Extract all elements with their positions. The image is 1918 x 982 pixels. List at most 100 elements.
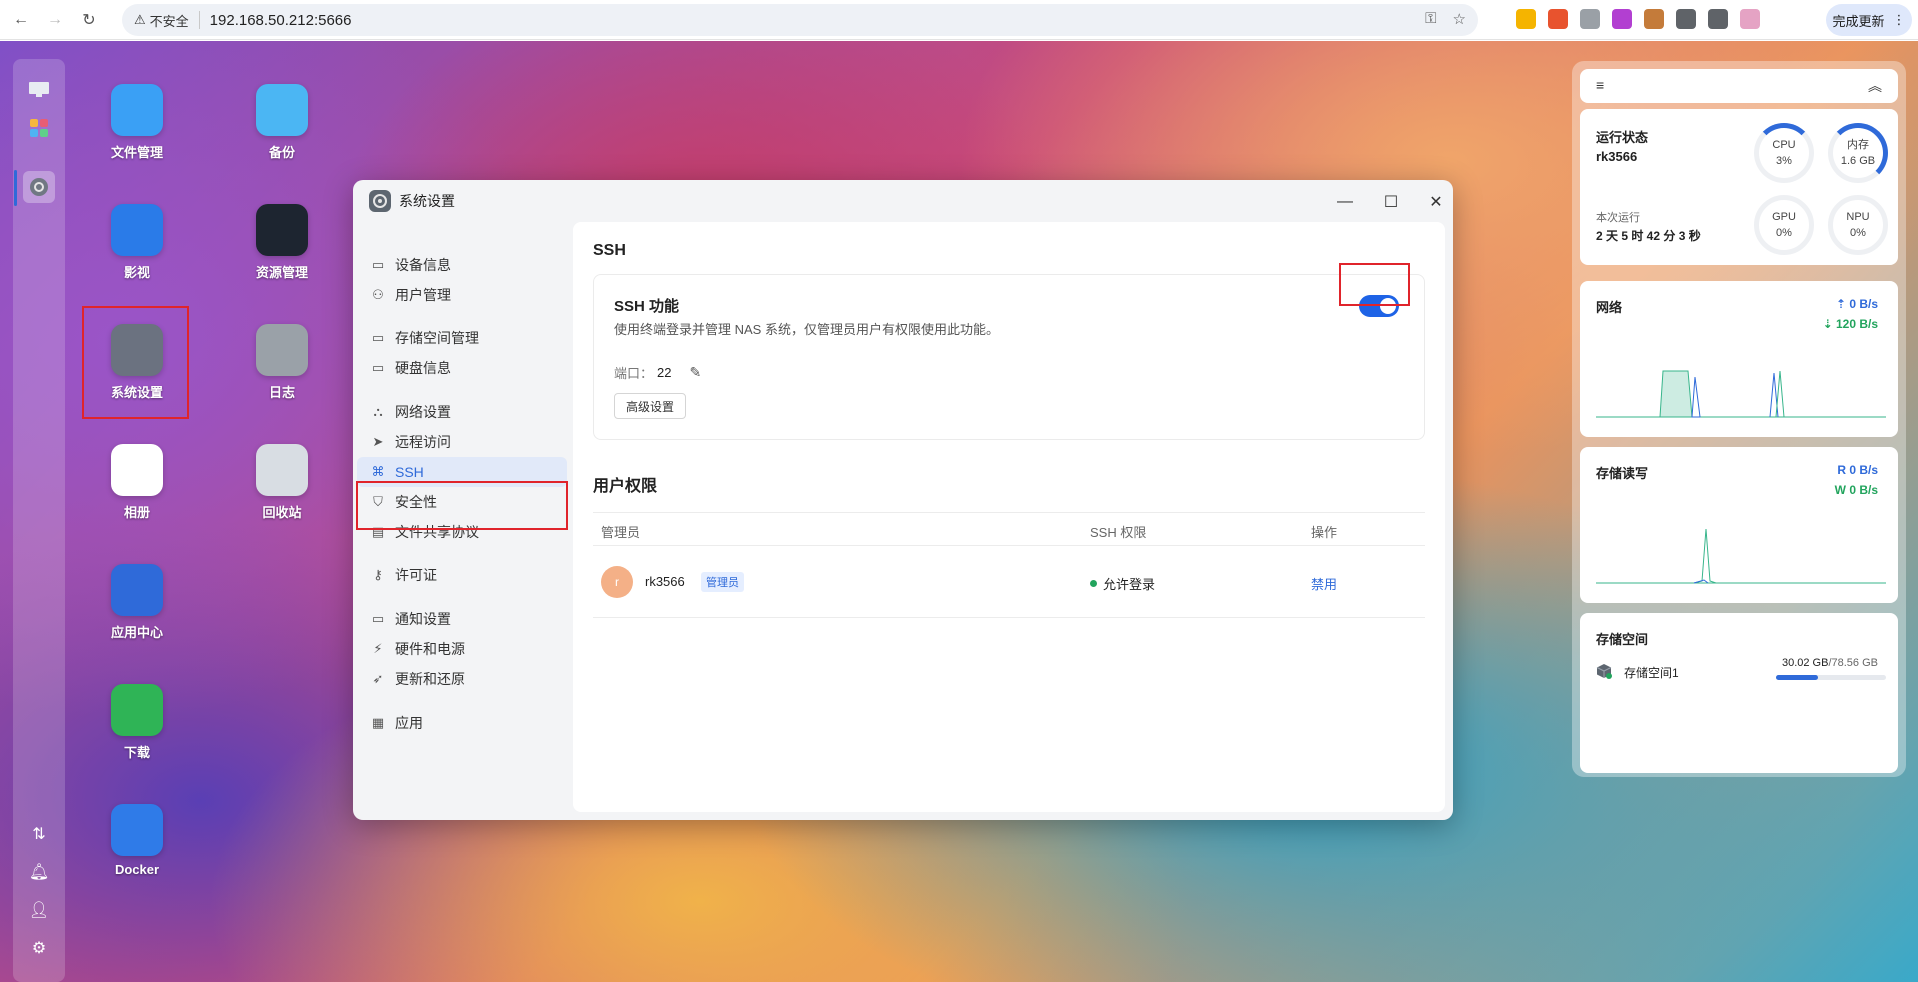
widget-settings-icon[interactable]: ≡: [1596, 77, 1604, 93]
advanced-settings-button[interactable]: 高级设置: [614, 393, 687, 419]
sidebar-item-notification[interactable]: ▭ 通知设置: [357, 604, 567, 634]
app-grid-icon[interactable]: [26, 115, 52, 141]
gauge-name: NPU: [1846, 211, 1870, 223]
desktop-app[interactable]: 文件管理: [82, 84, 192, 161]
extension-icon[interactable]: [1580, 9, 1600, 29]
desktop-app[interactable]: 备份: [227, 84, 337, 161]
transfer-icon[interactable]: ⇅: [26, 821, 52, 847]
desktop-app[interactable]: 下载: [82, 684, 192, 761]
settings-window-icon: [369, 190, 391, 212]
gauge-value: 0%: [1776, 227, 1792, 239]
sidebar-item-disk[interactable]: ▭ 硬盘信息: [357, 353, 567, 383]
ssh-icon: ⌘: [371, 464, 385, 479]
window-titlebar[interactable]: 系统设置 — ☐ ✕: [353, 180, 1453, 222]
storage-used: 30.02 GB: [1781, 657, 1829, 669]
maximize-icon[interactable]: ☐: [1379, 190, 1403, 214]
desktop-app[interactable]: 资源管理: [227, 204, 337, 281]
minimize-icon[interactable]: —: [1333, 190, 1357, 214]
sidebar-item-rocket[interactable]: ➶ 更新和还原: [357, 664, 567, 694]
sidebar-item-key[interactable]: ⚷ 许可证: [357, 560, 567, 590]
reload-icon[interactable]: ↻: [76, 7, 102, 33]
log-icon: [256, 324, 308, 376]
highlight-settings-app: [82, 306, 189, 419]
update-label: 完成更新: [1832, 13, 1885, 29]
edit-pencil-icon[interactable]: ✎: [689, 364, 701, 381]
storage-icon: ▭: [371, 330, 385, 345]
user-permissions-heading: 用户权限: [593, 478, 658, 495]
sidebar-item-label: 许可证: [395, 567, 437, 583]
sidebar-item-network[interactable]: ⛬ 网络设置: [357, 397, 567, 427]
apps-icon: ▦: [371, 715, 385, 730]
sidebar-item-label: 设备信息: [395, 257, 451, 273]
desktop-app[interactable]: 相册: [82, 444, 192, 521]
gear-icon[interactable]: ⚙: [26, 935, 52, 961]
update-button[interactable]: 完成更新 ⋮: [1826, 4, 1912, 36]
sidebar-item-apps[interactable]: ▦ 应用: [357, 708, 567, 738]
extension-icon[interactable]: [1516, 9, 1536, 29]
trash-icon: [256, 444, 308, 496]
more-menu-icon: ⋮: [1892, 12, 1906, 27]
extension-icon[interactable]: [1644, 9, 1664, 29]
close-icon[interactable]: ✕: [1424, 190, 1448, 214]
app-label: Docker: [114, 862, 160, 877]
device-name: rk3566: [1596, 149, 1638, 164]
status-card: 运行状态 rk3566 本次运行 2 天 5 时 42 分 3 秒 CPU 3%…: [1580, 109, 1898, 265]
sidebar-item-users[interactable]: ⚇ 用户管理: [357, 280, 567, 310]
desktop-app[interactable]: 影视: [82, 204, 192, 281]
sidebar-item-label: 硬盘信息: [395, 360, 451, 376]
avatar: r: [601, 566, 633, 598]
forward-icon[interactable]: →: [42, 7, 68, 33]
collapse-icon[interactable]: ︽: [1868, 76, 1882, 96]
desktop-app[interactable]: 回收站: [227, 444, 337, 521]
extension-icon[interactable]: [1740, 9, 1760, 29]
desktop-icon[interactable]: [26, 77, 52, 103]
app-label: 回收站: [262, 505, 302, 520]
gauge-name: 内存: [1847, 139, 1869, 151]
address-bar[interactable]: ⚠ 不安全 192.168.50.212:5666 ⚿ ☆: [122, 4, 1478, 36]
status-dot: [1090, 580, 1097, 587]
sidebar-item-storage[interactable]: ▭ 存储空间管理: [357, 323, 567, 353]
upload-value: 0 B/s: [1849, 297, 1878, 311]
app-label: 相册: [123, 505, 150, 520]
key-icon[interactable]: ⚿: [1425, 10, 1436, 28]
ssh-panel: SSH SSH 功能 使用终端登录并管理 NAS 系统，仅管理员用户有权限使用此…: [573, 222, 1445, 812]
highlight-ssh-nav: [356, 481, 568, 530]
ssh-feature-title: SSH 功能: [614, 298, 680, 315]
upload-spike: [1691, 376, 1701, 418]
app-label: 备份: [268, 145, 295, 160]
desktop-app[interactable]: 应用中心: [82, 564, 192, 641]
storage-io-title: 存储读写: [1596, 466, 1649, 481]
extension-icon[interactable]: [1676, 9, 1696, 29]
disable-link[interactable]: 禁用: [1311, 574, 1337, 593]
users-icon: ⚇: [372, 287, 384, 302]
url-text[interactable]: 192.168.50.212:5666: [210, 12, 352, 29]
storage-card: 存储空间 存储空间1 30.02 GB/78.56 GB: [1580, 613, 1898, 773]
sidebar-item-device[interactable]: ▭ 设备信息: [357, 250, 567, 280]
app-label: 应用中心: [110, 625, 163, 640]
ssh-feature-desc: 使用终端登录并管理 NAS 系统，仅管理员用户有权限使用此功能。: [614, 322, 999, 337]
remote-icon: ➤: [372, 434, 384, 449]
extension-icon[interactable]: [1708, 9, 1728, 29]
back-icon[interactable]: ←: [8, 7, 34, 33]
desktop-app[interactable]: Docker: [82, 804, 192, 877]
sidebar-item-power[interactable]: ⚡ 硬件和电源: [357, 634, 567, 664]
gauge-name: CPU: [1772, 139, 1796, 151]
settings-dock-icon[interactable]: [23, 171, 55, 203]
security-indicator[interactable]: ⚠ 不安全: [134, 11, 200, 29]
bell-icon[interactable]: 🔔︎: [26, 859, 52, 885]
bookmark-star-icon[interactable]: ☆: [1453, 10, 1466, 28]
widget-panel: ≡ ︽ 运行状态 rk3566 本次运行 2 天 5 时 42 分 3 秒 CP…: [1572, 61, 1906, 777]
storage-title: 存储空间: [1596, 632, 1649, 647]
user-icon[interactable]: 👤︎: [26, 897, 52, 923]
extension-icon[interactable]: [1548, 9, 1568, 29]
col-admin: 管理员: [601, 525, 641, 540]
desktop-app[interactable]: 日志: [227, 324, 337, 401]
storage-usage-bar: [1776, 675, 1886, 680]
port-label: 端口：: [614, 366, 654, 381]
memory-gauge: 内存 1.6 GB: [1828, 123, 1888, 183]
status-title: 运行状态: [1596, 130, 1649, 145]
extension-icon[interactable]: [1612, 9, 1632, 29]
sidebar-item-remote[interactable]: ➤ 远程访问: [357, 427, 567, 457]
sidebar-item-label: 硬件和电源: [395, 641, 465, 657]
left-dock: ⇅ 🔔︎ 👤︎ ⚙: [13, 59, 65, 982]
